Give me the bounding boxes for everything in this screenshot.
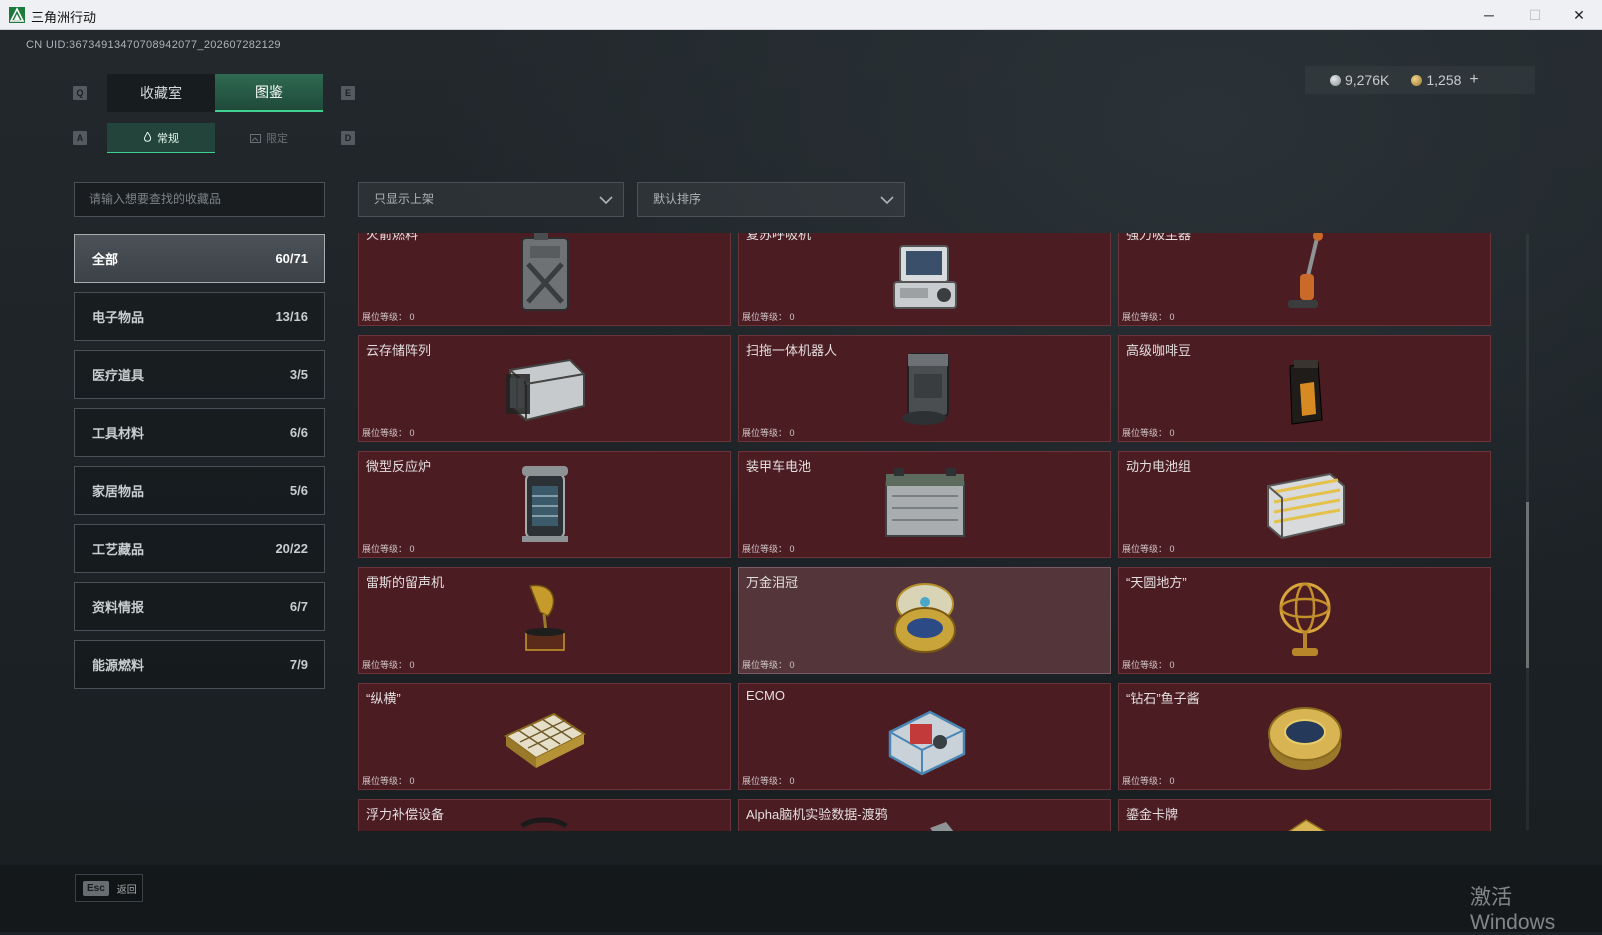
chevron-down-icon [599, 196, 613, 205]
sub-tabs: 常规 限定 [107, 123, 323, 153]
reactor-icon [521, 466, 568, 542]
collectible-card[interactable]: 扫拖一体机器人 展位等级： 0 [738, 335, 1111, 442]
key-hint-e: E [341, 86, 355, 100]
collectible-card[interactable]: 火箭燃料 展位等级： 0 [358, 233, 731, 326]
shelf-filter-dropdown[interactable]: 只显示上架 [358, 182, 624, 217]
close-button[interactable]: ✕ [1556, 0, 1602, 30]
add-currency-button[interactable]: + [1469, 71, 1478, 89]
storage-array-icon [505, 358, 585, 422]
gold-card-icon [1287, 819, 1326, 831]
caviar-tin-icon [1267, 707, 1342, 770]
armillary-sphere-icon [1279, 582, 1330, 656]
window-titlebar: 三角洲行动 ─ ☐ ✕ [0, 0, 1602, 30]
vacuum-icon [1287, 233, 1323, 308]
bcd-icon [519, 817, 568, 829]
collectible-card[interactable]: 鎏金卡牌 展位等级： 0 [1118, 799, 1491, 831]
collectible-card[interactable]: ECMO 展位等级： 0 [738, 683, 1111, 790]
collectible-card[interactable]: “纵横” 展位等级： 0 [358, 683, 731, 790]
collectible-card[interactable]: 复苏呼吸机 展位等级： 0 [738, 233, 1111, 326]
maximize-button[interactable]: ☐ [1512, 0, 1558, 30]
ecmo-machine-icon [888, 710, 965, 776]
key-hint-d: D [341, 131, 355, 145]
key-hint-q: Q [73, 86, 87, 100]
footer-bar [0, 865, 1602, 932]
collectible-card[interactable]: 装甲车电池 展位等级： 0 [738, 451, 1111, 558]
category-crafts[interactable]: 工艺藏品 20/22 [74, 524, 325, 573]
tab-codex[interactable]: 图鉴 [215, 74, 323, 112]
collectible-grid: 火箭燃料 展位等级： 0 复苏呼吸机 展位等级： 0 强力吸尘器 展位等级： 0… [358, 233, 1526, 831]
collectible-card[interactable]: Alpha脑机实验数据-渡鸦 展位等级： 0 [738, 799, 1111, 831]
gold-coin-icon [1411, 75, 1423, 86]
collectible-card[interactable]: 万金泪冠 展位等级： 0 [738, 567, 1111, 674]
subtab-limited[interactable]: 限定 [215, 123, 323, 153]
back-label: 返回 [116, 884, 137, 896]
back-button[interactable]: Esc 返回 [75, 874, 143, 902]
grid-scrollbar-thumb[interactable] [1526, 502, 1529, 668]
esc-key-hint: Esc [83, 880, 109, 896]
silver-currency: 9,276K [1330, 72, 1389, 88]
category-all[interactable]: 全部 60/71 [74, 234, 325, 283]
chevron-down-icon [880, 196, 894, 205]
battery-icon [884, 468, 965, 537]
robot-vacuum-icon [901, 353, 949, 425]
category-intel[interactable]: 资料情报 6/7 [74, 582, 325, 631]
subtab-regular[interactable]: 常规 [107, 123, 215, 153]
collectible-search-input[interactable]: 请输入想要查找的收藏品 [74, 182, 325, 217]
collectible-card[interactable]: 浮力补偿设备 展位等级： 0 [358, 799, 731, 831]
app-logo-icon [9, 7, 25, 23]
category-household[interactable]: 家居物品 5/6 [74, 466, 325, 515]
ventilator-icon [892, 245, 957, 309]
collectible-card[interactable]: 动力电池组 展位等级： 0 [1118, 451, 1491, 558]
image-frame-icon [250, 133, 261, 143]
collectible-card[interactable]: 微型反应炉 展位等级： 0 [358, 451, 731, 558]
collectible-card[interactable]: “钻石”鱼子酱 展位等级： 0 [1118, 683, 1491, 790]
category-medical[interactable]: 医疗道具 3/5 [74, 350, 325, 399]
category-electronics[interactable]: 电子物品 13/16 [74, 292, 325, 341]
gramophone-icon [524, 584, 565, 651]
collectible-card[interactable]: “天圆地方” 展位等级： 0 [1118, 567, 1491, 674]
flame-icon [143, 132, 152, 142]
collectible-card[interactable]: 雷斯的留声机 展位等级： 0 [358, 567, 731, 674]
silver-coin-icon [1330, 75, 1341, 86]
gold-currency: 1,258 [1411, 72, 1461, 88]
coffee-bag-icon [1288, 360, 1323, 425]
category-tools[interactable]: 工具材料 6/6 [74, 408, 325, 457]
collectible-card[interactable]: 强力吸尘器 展位等级： 0 [1118, 233, 1491, 326]
collectible-card[interactable]: 高级咖啡豆 展位等级： 0 [1118, 335, 1491, 442]
data-drive-icon [929, 822, 953, 831]
category-energy[interactable]: 能源燃料 7/9 [74, 640, 325, 689]
currency-panel: 9,276K 1,258 + [1305, 66, 1535, 94]
minimize-button[interactable]: ─ [1466, 0, 1512, 30]
chessboard-icon [503, 712, 586, 768]
fuel-can-icon [520, 233, 569, 311]
key-hint-a: A [73, 131, 87, 145]
jeweled-egg-icon [893, 583, 956, 653]
player-uid: CN UID:3673491347070894207​7_20260728212… [26, 39, 281, 51]
activate-windows-watermark: 激活 Windows [1470, 886, 1556, 934]
main-tabs: 收藏室 图鉴 [107, 74, 323, 112]
game-viewport: CN UID:3673491347070894207​7_20260728212… [0, 30, 1602, 934]
collectible-card[interactable]: 云存储阵列 展位等级： 0 [358, 335, 731, 442]
sort-dropdown[interactable]: 默认排序 [637, 182, 905, 217]
tab-collection-room[interactable]: 收藏室 [107, 74, 215, 112]
battery-pack-icon [1266, 472, 1345, 540]
window-title: 三角洲行动 [31, 10, 97, 25]
